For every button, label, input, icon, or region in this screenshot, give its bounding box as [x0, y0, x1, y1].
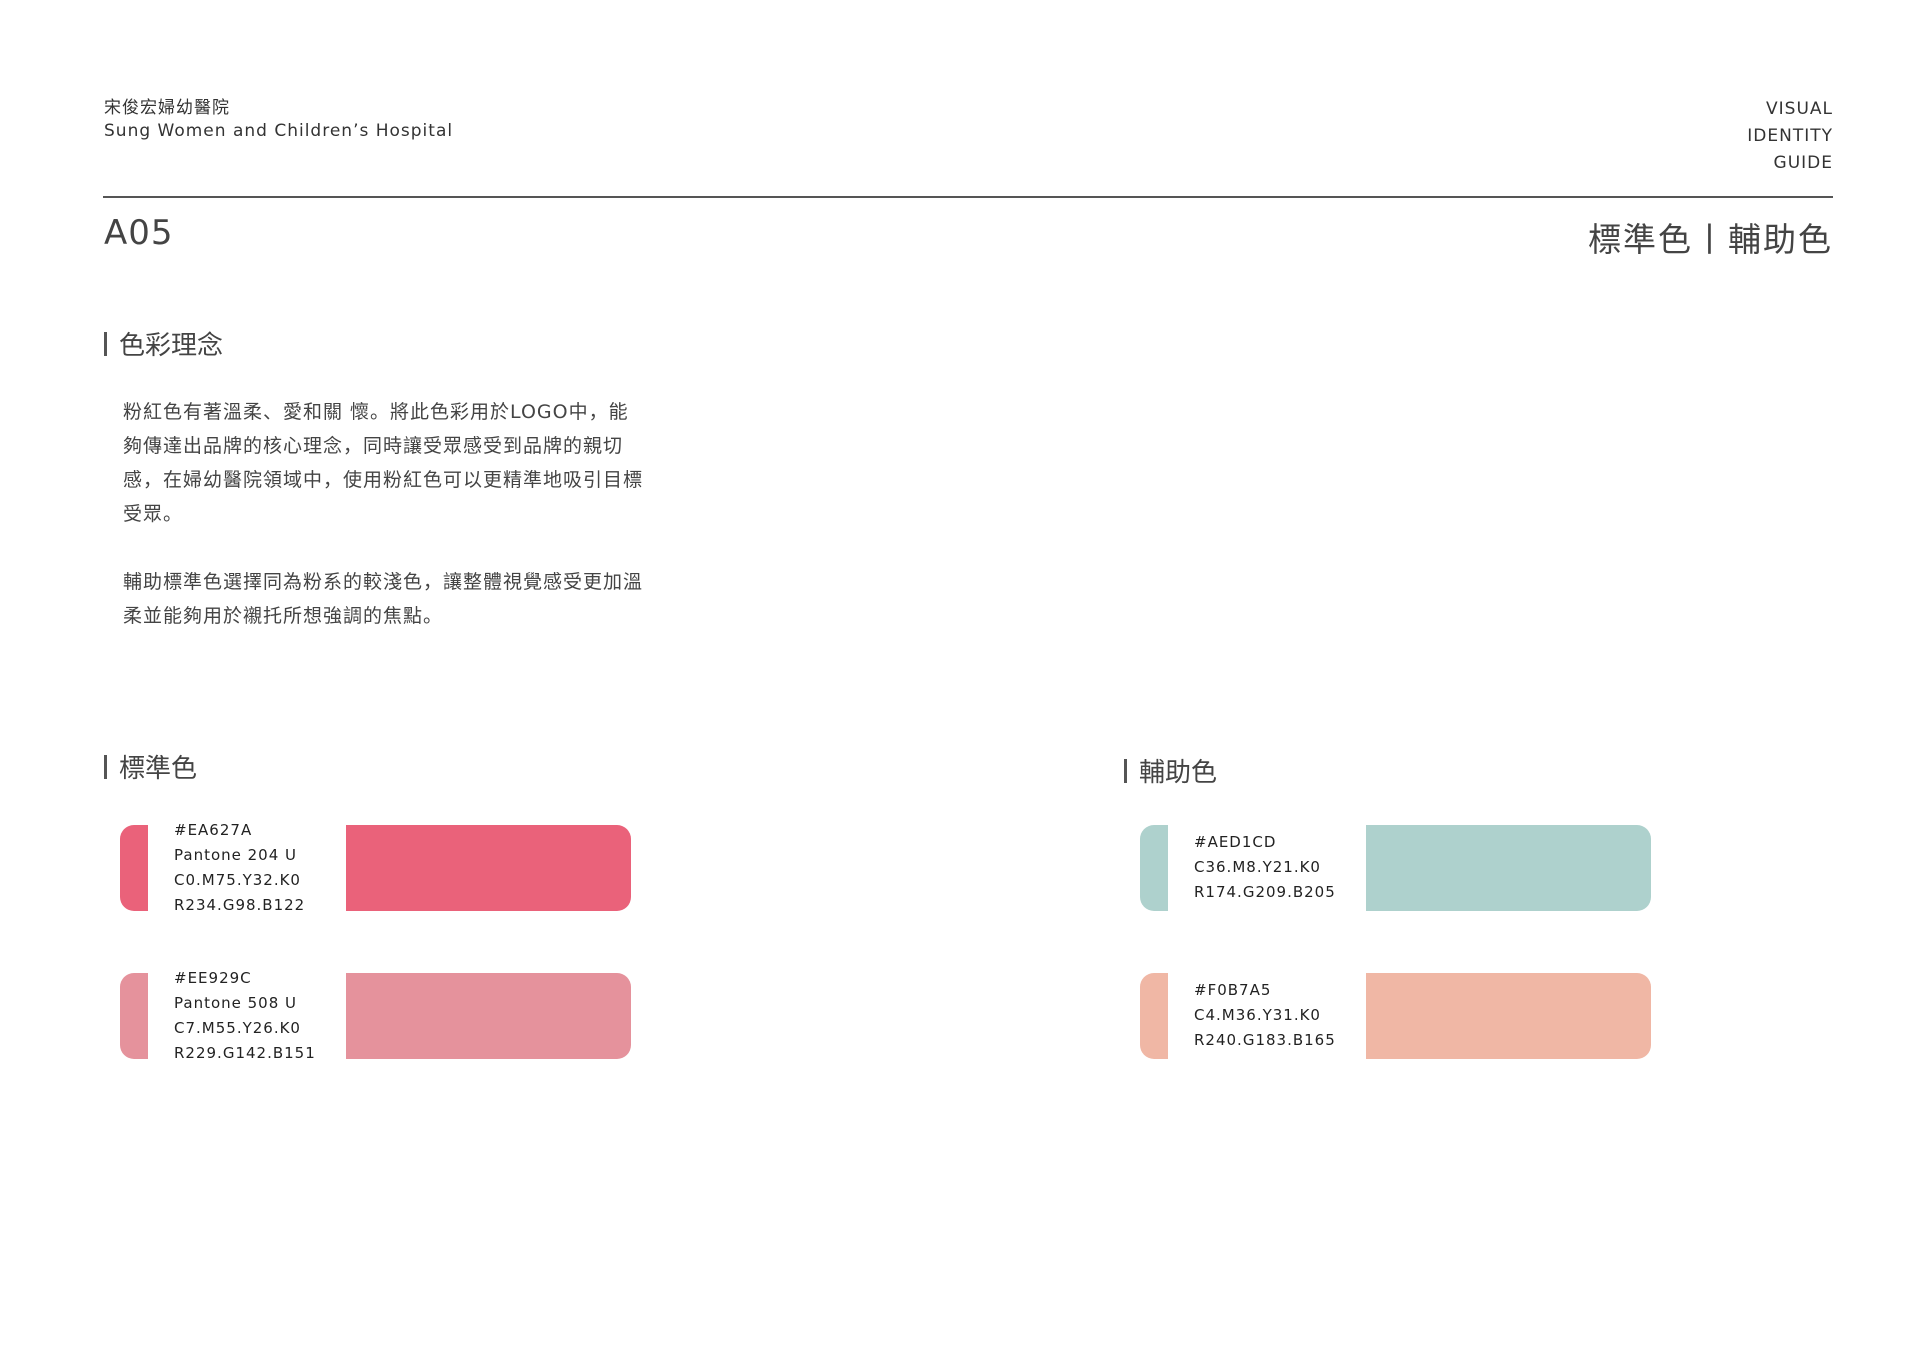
color-spec-line: #F0B7A5	[1194, 981, 1272, 999]
color-spec: #F0B7A5 C4.M36.Y31.K0 R240.G183.B165	[1194, 978, 1336, 1053]
color-spec-line: #AED1CD	[1194, 833, 1277, 851]
guide-label: VISUAL IDENTITY GUIDE	[1747, 96, 1833, 177]
concept-paragraph: 粉紅色有著溫柔、愛和關 懷。將此色彩用於LOGO中，能夠傳達出品牌的核心理念，同…	[123, 401, 644, 525]
page-code: A05	[104, 213, 174, 253]
concept-heading-text: 色彩理念	[119, 331, 224, 361]
color-chip	[1140, 973, 1168, 1059]
color-spec-line: R234.G98.B122	[174, 896, 306, 914]
color-spec-line: Pantone 508 U	[174, 994, 298, 1012]
color-spec-line: R174.G209.B205	[1194, 883, 1336, 901]
color-swatch	[1366, 825, 1651, 911]
color-spec-line: C7.M55.Y26.K0	[174, 1019, 301, 1037]
color-swatch	[346, 825, 631, 911]
heading-bar	[104, 331, 107, 356]
auxiliary-color-heading: 輔助色	[1124, 752, 1217, 789]
brand-name-english: Sung Women and Children’s Hospital	[104, 121, 454, 141]
color-swatch	[346, 973, 631, 1059]
color-spec: #AED1CD C36.M8.Y21.K0 R174.G209.B205	[1194, 830, 1336, 905]
concept-text: 粉紅色有著溫柔、愛和關 懷。將此色彩用於LOGO中，能夠傳達出品牌的核心理念，同…	[123, 395, 643, 667]
guide-label-line: VISUAL	[1766, 99, 1833, 119]
color-spec: #EE929C Pantone 508 U C7.M55.Y26.K0 R229…	[174, 966, 316, 1066]
concept-heading: 色彩理念	[104, 325, 223, 362]
color-spec-line: C36.M8.Y21.K0	[1194, 858, 1321, 876]
header-divider	[103, 196, 1833, 198]
brand-name-chinese: 宋俊宏婦幼醫院	[104, 98, 230, 118]
color-spec-line: C0.M75.Y32.K0	[174, 871, 301, 889]
color-spec-line: R240.G183.B165	[1194, 1031, 1336, 1049]
color-spec-line: Pantone 204 U	[174, 846, 298, 864]
guide-label-line: GUIDE	[1773, 153, 1833, 173]
auxiliary-color-heading-text: 輔助色	[1139, 758, 1218, 788]
color-chip	[120, 973, 148, 1059]
color-spec-line: R229.G142.B151	[174, 1044, 316, 1062]
heading-bar	[1124, 758, 1127, 783]
standard-color-heading: 標準色	[104, 748, 197, 785]
color-spec-line: C4.M36.Y31.K0	[1194, 1006, 1321, 1024]
page-title: 標準色丨輔助色	[1588, 220, 1833, 259]
heading-bar	[104, 754, 107, 779]
color-spec-line: #EE929C	[174, 969, 252, 987]
concept-paragraph: 輔助標準色選擇同為粉系的較淺色，讓整體視覺感受更加溫柔並能夠用於襯托所想強調的焦…	[123, 571, 644, 627]
color-spec-line: #EA627A	[174, 821, 253, 839]
standard-color-heading-text: 標準色	[119, 754, 198, 784]
color-spec: #EA627A Pantone 204 U C0.M75.Y32.K0 R234…	[174, 818, 305, 918]
guide-label-line: IDENTITY	[1747, 126, 1833, 146]
color-chip	[120, 825, 148, 911]
color-swatch	[1366, 973, 1651, 1059]
color-chip	[1140, 825, 1168, 911]
